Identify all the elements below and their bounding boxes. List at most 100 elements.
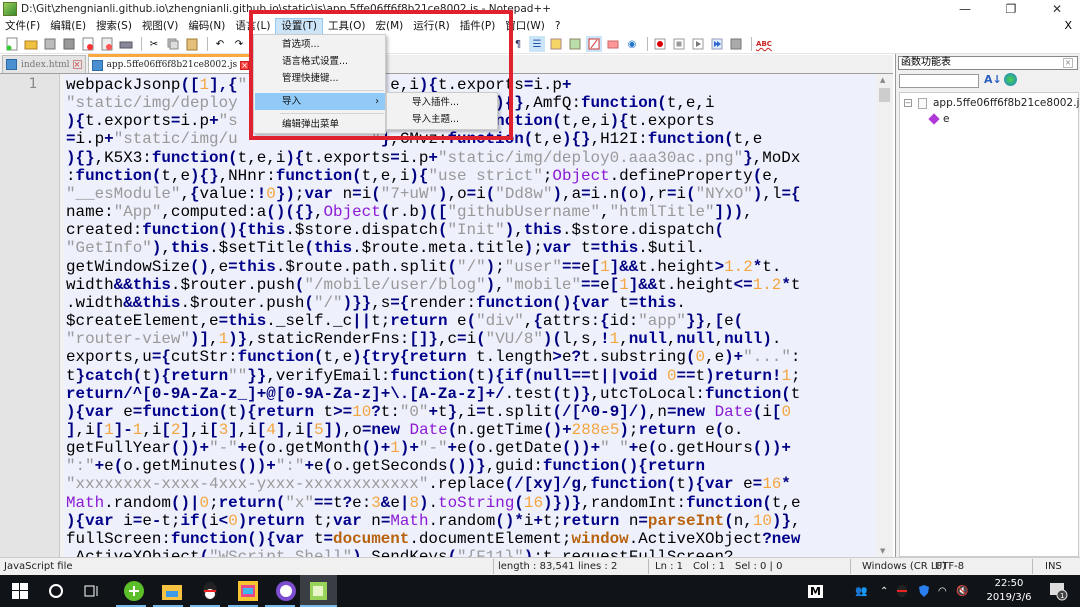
- menu-edit[interactable]: 编辑(E): [45, 18, 91, 35]
- menu-item-import-themes[interactable]: 导入主题...: [388, 111, 498, 128]
- function-search-input[interactable]: [899, 74, 979, 88]
- tree-root-node[interactable]: − app.5ffe06ff6f8b21ce8002.js: [904, 97, 1080, 109]
- tab-label: app.5ffe06ff6f8b21ce8002.js: [106, 60, 238, 70]
- close-button[interactable]: ✕: [1034, 0, 1080, 18]
- clock-time: 22:50: [994, 578, 1024, 589]
- menu-tools[interactable]: 工具(O): [323, 18, 370, 35]
- notification-center-icon[interactable]: 1: [1048, 575, 1068, 607]
- function-tree: − app.5ffe06ff6f8b21ce8002.js e: [899, 92, 1080, 557]
- menu-view[interactable]: 视图(V): [137, 18, 183, 35]
- import-submenu: 导入插件... 导入主题...: [386, 92, 498, 130]
- restore-button[interactable]: ❐: [988, 0, 1034, 18]
- purple-app-icon[interactable]: [274, 579, 298, 603]
- show-hidden-icons-chevron-icon[interactable]: ⌃: [880, 575, 888, 607]
- indent-guide-icon[interactable]: ☰: [529, 36, 545, 52]
- start-windows-icon[interactable]: [8, 579, 32, 603]
- menu-item-import[interactable]: 导入 ›: [255, 93, 385, 110]
- tab-app-js[interactable]: app.5ffe06ff6f8b21ce8002.js ×: [87, 54, 254, 73]
- tab-close-icon[interactable]: ×: [72, 60, 82, 69]
- window-title: D:\Git\zhengnianli.github.io\zhengnianli…: [21, 3, 552, 15]
- spell-check-icon[interactable]: ABC: [756, 36, 772, 52]
- folder-as-workspace-icon[interactable]: [586, 36, 602, 52]
- save-all-icon[interactable]: [61, 36, 77, 52]
- panel-close-icon[interactable]: ×: [1063, 58, 1073, 68]
- menu-plugins[interactable]: 插件(P): [455, 18, 501, 35]
- qq-tray-icon[interactable]: [896, 575, 908, 607]
- menu-item-shortcut-mapper[interactable]: 管理快捷键...: [255, 70, 385, 87]
- menu-item-edit-popup-menu[interactable]: 编辑弹出菜单: [255, 116, 385, 133]
- search-circle-icon[interactable]: [44, 579, 68, 603]
- file-saved-icon: [91, 59, 103, 71]
- run-macro-multiple-icon[interactable]: [709, 36, 725, 52]
- tree-function-node[interactable]: e: [928, 113, 949, 125]
- menu-macro[interactable]: 宏(M): [371, 18, 409, 35]
- sort-alpha-icon[interactable]: A↓: [984, 73, 1002, 86]
- open-file-icon[interactable]: [23, 36, 39, 52]
- file-explorer-icon[interactable]: [160, 579, 184, 603]
- menu-help[interactable]: ?: [550, 18, 566, 35]
- system-clock[interactable]: 22:50 2019/3/6: [980, 577, 1038, 605]
- toolbar-separator: [141, 37, 142, 51]
- code-editor[interactable]: 1 webpackJsonp([1],{" function(t,e,i){t.…: [0, 74, 893, 557]
- menu-settings[interactable]: 设置(T): [275, 18, 324, 35]
- menu-search[interactable]: 搜索(S): [91, 18, 137, 35]
- print-icon[interactable]: [118, 36, 134, 52]
- wifi-icon[interactable]: ◠: [938, 575, 947, 607]
- menu-bar: 文件(F) 编辑(E) 搜索(S) 视图(V) 编码(N) 语言(L) 设置(T…: [0, 18, 1080, 35]
- minimize-button[interactable]: —: [942, 0, 988, 18]
- menu-item-style-configurator[interactable]: 语言格式设置...: [255, 53, 385, 70]
- volume-muted-icon[interactable]: 🔇: [956, 575, 968, 607]
- menu-separator: [280, 90, 384, 91]
- media-app-icon[interactable]: [236, 579, 260, 603]
- monitoring-icon[interactable]: [605, 36, 621, 52]
- function-icon: [928, 113, 940, 125]
- tab-index-html[interactable]: index.html ×: [2, 55, 86, 73]
- document-map-icon[interactable]: [548, 36, 564, 52]
- menu-item-preferences[interactable]: 首选项...: [255, 36, 385, 53]
- menu-file[interactable]: 文件(F): [0, 18, 45, 35]
- qq-app-icon[interactable]: [198, 579, 222, 603]
- copy-icon[interactable]: [165, 36, 181, 52]
- fold-margin: [60, 74, 64, 557]
- task-view-icon[interactable]: [80, 579, 104, 603]
- close-all-icon[interactable]: [99, 36, 115, 52]
- scroll-up-arrow-icon[interactable]: ▲: [880, 76, 885, 84]
- tab-close-icon[interactable]: ×: [240, 60, 250, 70]
- stop-macro-icon[interactable]: [671, 36, 687, 52]
- save-icon[interactable]: [42, 36, 58, 52]
- ime-indicator[interactable]: M: [808, 575, 823, 607]
- function-list-icon[interactable]: [567, 36, 583, 52]
- function-list-panel: 函数功能表 × A↓ − app.5ffe06ff6f8b21ce8002.js…: [895, 54, 1080, 557]
- scrollbar-thumb[interactable]: [879, 88, 890, 102]
- menu-encoding[interactable]: 编码(N): [183, 18, 230, 35]
- menu-item-import-plugins[interactable]: 导入插件...: [388, 94, 498, 111]
- close-file-icon[interactable]: [80, 36, 96, 52]
- eye-icon[interactable]: ◉: [624, 36, 640, 52]
- play-macro-icon[interactable]: [690, 36, 706, 52]
- code-content[interactable]: webpackJsonp([1],{" function(t,e,i){t.ex…: [66, 76, 876, 557]
- tree-node-label: app.5ffe06ff6f8b21ce8002.js: [933, 97, 1080, 109]
- notepadpp-taskbar-icon[interactable]: [307, 579, 331, 603]
- reload-icon[interactable]: [1004, 73, 1017, 86]
- new-file-icon[interactable]: [4, 36, 20, 52]
- people-icon[interactable]: 👥: [855, 575, 867, 607]
- toolbar-separator: [751, 37, 752, 51]
- browser-app-icon[interactable]: [122, 579, 146, 603]
- close-document-button[interactable]: X: [1064, 19, 1072, 32]
- word-wrap-icon[interactable]: ¶: [510, 36, 526, 52]
- status-bar: JavaScript file length : 83,541 lines : …: [0, 557, 1080, 575]
- scroll-down-arrow-icon[interactable]: ▼: [880, 547, 885, 555]
- vertical-scrollbar[interactable]: ▲ ▼: [876, 74, 893, 557]
- redo-icon[interactable]: ↷: [231, 36, 247, 52]
- save-macro-icon[interactable]: [728, 36, 744, 52]
- record-macro-icon[interactable]: [652, 36, 668, 52]
- undo-icon[interactable]: ↶: [212, 36, 228, 52]
- security-shield-icon[interactable]: [918, 575, 930, 607]
- menu-run[interactable]: 运行(R): [408, 18, 455, 35]
- cut-icon[interactable]: ✂: [146, 36, 162, 52]
- collapse-icon[interactable]: −: [904, 99, 912, 107]
- menu-window[interactable]: 窗口(W): [500, 18, 550, 35]
- menu-language[interactable]: 语言(L): [230, 18, 275, 35]
- status-filetype: JavaScript file: [4, 561, 73, 572]
- paste-icon[interactable]: [184, 36, 200, 52]
